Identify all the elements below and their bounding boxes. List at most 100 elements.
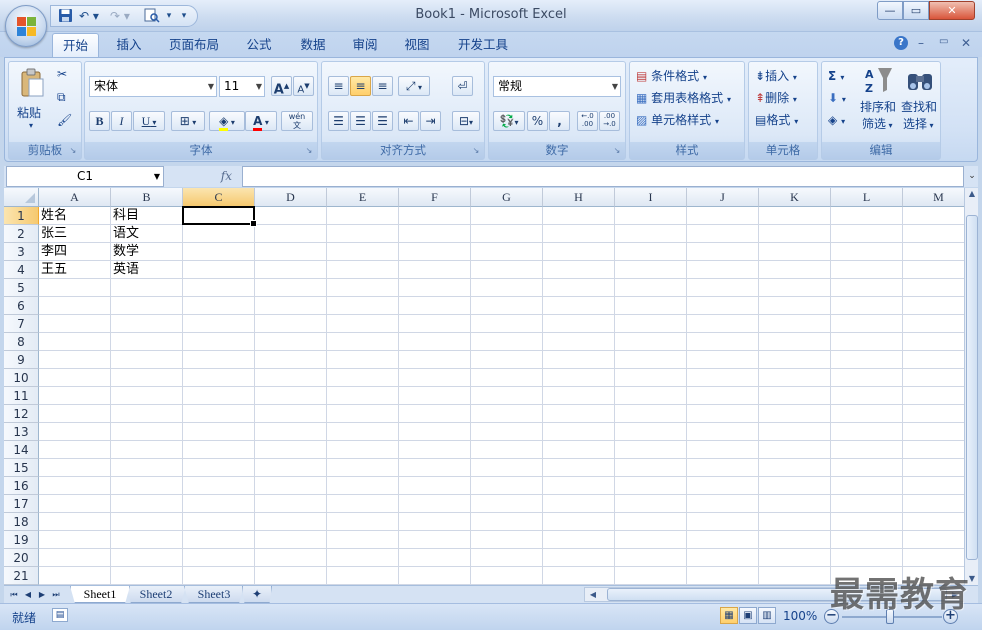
cell-b3[interactable]: 数学 xyxy=(111,243,183,261)
sort-filter-button[interactable]: AZ 排序和 筛选 ▾ xyxy=(860,66,898,138)
underline-button[interactable]: U ▾ xyxy=(133,111,165,131)
sheet-tab-3[interactable]: Sheet3 xyxy=(184,586,244,603)
row-header-4[interactable]: 4 xyxy=(4,261,39,279)
row-header-16[interactable]: 16 xyxy=(4,477,39,495)
ribbon-restore-button[interactable]: ▭ xyxy=(939,36,948,47)
percent-button[interactable]: % xyxy=(527,111,548,131)
tab-insert[interactable]: 插入 xyxy=(105,33,153,57)
column-header-g[interactable]: G xyxy=(471,188,543,207)
row-header-5[interactable]: 5 xyxy=(4,279,39,297)
insert-function-button[interactable]: fx xyxy=(170,168,240,185)
cell-b1[interactable]: 科目 xyxy=(111,207,183,225)
align-right-button[interactable]: ☰ xyxy=(372,111,393,131)
row-header-11[interactable]: 11 xyxy=(4,387,39,405)
alignment-launcher-icon[interactable]: ↘ xyxy=(471,146,481,156)
font-size-input[interactable]: 11 ▼ xyxy=(219,76,265,97)
column-header-a[interactable]: A xyxy=(39,188,111,207)
comma-button[interactable]: , xyxy=(549,111,570,131)
column-header-d[interactable]: D xyxy=(255,188,327,207)
row-header-21[interactable]: 21 xyxy=(4,567,39,585)
sheet-tab-2[interactable]: Sheet2 xyxy=(126,586,186,603)
insert-cells-button[interactable]: ⇟插入 ▾ xyxy=(755,66,797,86)
cell-b2[interactable]: 语文 xyxy=(111,225,183,243)
borders-button[interactable]: ⊞ ▾ xyxy=(171,111,205,131)
phonetic-button[interactable]: wén 文 xyxy=(281,111,313,131)
column-header-i[interactable]: I xyxy=(615,188,687,207)
font-launcher-icon[interactable]: ↘ xyxy=(304,146,314,156)
name-box[interactable]: C1 ▼ xyxy=(6,166,164,187)
vertical-scroll-thumb[interactable] xyxy=(966,215,978,560)
prev-sheet-icon[interactable]: ◀ xyxy=(22,587,34,602)
cell-a2[interactable]: 张三 xyxy=(39,225,111,243)
page-break-view-button[interactable]: ▥ xyxy=(758,607,776,624)
row-header-1[interactable]: 1 xyxy=(4,207,39,225)
column-header-f[interactable]: F xyxy=(399,188,471,207)
decrease-indent-button[interactable]: ⇤ xyxy=(398,111,419,131)
ribbon-close-button[interactable]: ✕ xyxy=(961,36,971,50)
cut-icon[interactable]: ✂ xyxy=(57,64,67,84)
wrap-text-button[interactable]: ⏎ xyxy=(452,76,473,96)
tab-home[interactable]: 开始 xyxy=(52,33,99,57)
fill-color-button[interactable]: ◈ ▾ xyxy=(209,111,245,131)
conditional-formatting-button[interactable]: ▤ 条件格式 ▾ xyxy=(636,66,707,86)
increase-decimal-button[interactable]: ←.0.00 xyxy=(577,111,598,131)
row-header-6[interactable]: 6 xyxy=(4,297,39,315)
column-header-l[interactable]: L xyxy=(831,188,903,207)
italic-button[interactable]: I xyxy=(111,111,132,131)
column-header-j[interactable]: J xyxy=(687,188,759,207)
cell-b4[interactable]: 英语 xyxy=(111,261,183,279)
number-format-select[interactable]: 常规 ▼ xyxy=(493,76,621,97)
row-header-15[interactable]: 15 xyxy=(4,459,39,477)
row-header-19[interactable]: 19 xyxy=(4,531,39,549)
row-header-12[interactable]: 12 xyxy=(4,405,39,423)
row-header-2[interactable]: 2 xyxy=(4,225,39,243)
column-header-k[interactable]: K xyxy=(759,188,831,207)
row-header-10[interactable]: 10 xyxy=(4,369,39,387)
tab-page-layout[interactable]: 页面布局 xyxy=(160,33,228,57)
align-middle-button[interactable]: ≡ xyxy=(350,76,371,96)
row-header-7[interactable]: 7 xyxy=(4,315,39,333)
sheet-tab-1[interactable]: Sheet1 xyxy=(70,586,130,603)
scroll-up-icon[interactable]: ▲ xyxy=(965,188,979,200)
page-layout-view-button[interactable]: ▣ xyxy=(739,607,757,624)
shrink-font-button[interactable]: A▼ xyxy=(293,76,314,96)
tab-view[interactable]: 视图 xyxy=(394,33,440,57)
row-header-13[interactable]: 13 xyxy=(4,423,39,441)
align-bottom-button[interactable]: ≡ xyxy=(372,76,393,96)
format-as-table-button[interactable]: ▦ 套用表格格式 ▾ xyxy=(636,88,731,108)
next-sheet-icon[interactable]: ▶ xyxy=(36,587,48,602)
paste-button[interactable]: 粘贴 ▾ xyxy=(15,66,49,134)
row-header-17[interactable]: 17 xyxy=(4,495,39,513)
office-button[interactable] xyxy=(5,5,47,47)
accounting-format-button[interactable]: 💱▾ xyxy=(493,111,525,131)
row-header-8[interactable]: 8 xyxy=(4,333,39,351)
row-header-3[interactable]: 3 xyxy=(4,243,39,261)
close-button[interactable]: ✕ xyxy=(929,1,975,20)
column-header-e[interactable]: E xyxy=(327,188,399,207)
help-icon[interactable]: ? xyxy=(894,36,908,50)
active-cell-cursor[interactable] xyxy=(182,206,257,227)
number-launcher-icon[interactable]: ↘ xyxy=(612,146,622,156)
scroll-left-icon[interactable]: ◀ xyxy=(587,588,599,601)
column-header-c[interactable]: C xyxy=(183,188,255,207)
column-header-h[interactable]: H xyxy=(543,188,615,207)
orientation-button[interactable]: ⤢ ▾ xyxy=(398,76,430,96)
row-header-20[interactable]: 20 xyxy=(4,549,39,567)
align-top-button[interactable]: ≡ xyxy=(328,76,349,96)
normal-view-button[interactable]: ▦ xyxy=(720,607,738,624)
minimize-button[interactable]: — xyxy=(877,1,903,20)
tab-review[interactable]: 审阅 xyxy=(342,33,388,57)
cell-a4[interactable]: 王五 xyxy=(39,261,111,279)
macro-record-icon[interactable]: ▤ xyxy=(52,608,68,622)
tab-formulas[interactable]: 公式 xyxy=(236,33,282,57)
merge-center-button[interactable]: ⊟▾ xyxy=(452,111,480,131)
last-sheet-icon[interactable]: ⏭ xyxy=(50,587,62,602)
column-header-m[interactable]: M xyxy=(903,188,964,207)
copy-icon[interactable]: ⧉ xyxy=(57,87,66,107)
tab-developer[interactable]: 开发工具 xyxy=(448,33,518,57)
decrease-decimal-button[interactable]: .00 →.0 xyxy=(599,111,620,131)
format-painter-icon[interactable]: 🖌 xyxy=(57,110,72,130)
restore-button[interactable]: ▭ xyxy=(903,1,929,20)
cell-a1[interactable]: 姓名 xyxy=(39,207,111,225)
find-select-button[interactable]: 查找和 选择 ▾ xyxy=(900,66,940,138)
